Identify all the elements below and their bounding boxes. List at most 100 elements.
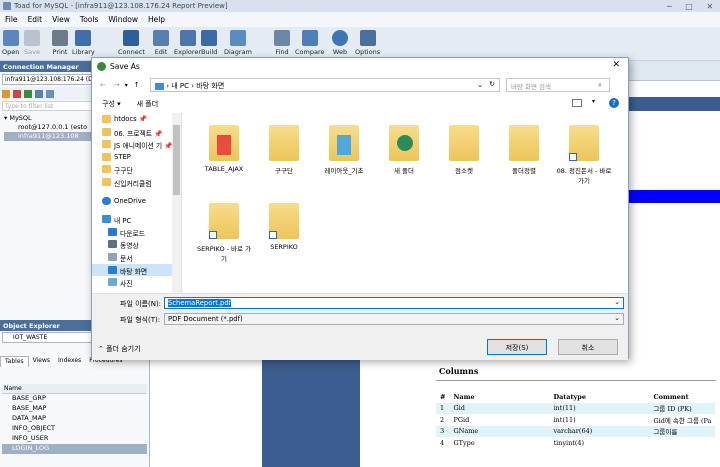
report-page: Columns # Name Datatype Comment 1 Gid int(… — [436, 362, 720, 467]
table-row[interactable]: INFO_OBJECT — [2, 424, 147, 434]
nav-item-videos[interactable]: 동영상 — [92, 238, 181, 251]
save-button[interactable]: 저장(S) — [487, 339, 547, 355]
explorer-button[interactable]: Explorer — [174, 30, 201, 56]
breadcrumb-pc[interactable]: 내 PC — [171, 82, 189, 90]
hide-folders-toggle[interactable]: ⌃ 폴더 숨기기 — [98, 344, 141, 354]
open-button[interactable]: Open — [2, 30, 19, 56]
nav-item-curriculum[interactable]: 신입커리큘럼 — [92, 176, 181, 189]
new-connection-icon[interactable] — [24, 89, 32, 98]
table-row[interactable]: LOGIN_LOG — [2, 444, 147, 454]
file-item[interactable]: 폴더정렬 — [495, 119, 553, 175]
nav-item-projects[interactable]: 06. 프로젝트 📌 — [92, 126, 181, 139]
col-header-name: Name — [453, 392, 475, 401]
filetype-select[interactable]: PDF Document (*.pdf) ⌄ — [164, 313, 624, 325]
connect-small-icon[interactable] — [2, 89, 10, 98]
address-bar[interactable]: › 내 PC › 바탕 화면 ⌄ ↻ — [150, 78, 500, 92]
nav-item-this-pc[interactable]: 내 PC — [92, 213, 181, 226]
filename-label: 파일 이름(N): — [120, 300, 162, 308]
back-icon[interactable]: ← — [100, 81, 106, 89]
up-icon[interactable]: ↑ — [134, 81, 140, 89]
maximize-icon[interactable]: □ — [685, 2, 693, 11]
disconnect-small-icon[interactable] — [13, 89, 21, 98]
forward-icon[interactable]: → — [114, 81, 120, 89]
nav-item-htdocs[interactable]: htdocs 📌 — [92, 113, 181, 126]
tab-views[interactable]: Views — [29, 356, 54, 367]
save-button[interactable]: Save — [24, 30, 40, 56]
library-button[interactable]: Library — [72, 30, 95, 56]
close-icon[interactable]: ✕ — [706, 2, 713, 11]
address-chevron-icon[interactable]: ⌄ — [477, 81, 483, 89]
build-button[interactable]: Build — [201, 30, 217, 56]
docs-folder-icon — [329, 125, 359, 161]
file-item[interactable]: 점소켓 — [435, 119, 493, 175]
nav-item-desktop[interactable]: 바탕 화면 — [92, 263, 181, 277]
cell: 그룹이름 — [653, 428, 678, 437]
find-button[interactable]: Find — [274, 30, 290, 56]
view-chevron-icon[interactable]: ▾ — [592, 98, 595, 105]
find-icon — [274, 30, 290, 46]
document-icon — [108, 252, 117, 261]
menu-help[interactable]: Help — [148, 15, 165, 24]
tab-indexes[interactable]: Indexes — [54, 356, 85, 367]
video-icon — [108, 240, 117, 249]
nav-item-documents[interactable]: 문서 — [92, 251, 181, 264]
help-icon[interactable]: ? — [609, 98, 619, 108]
menu-file[interactable]: File — [5, 15, 18, 24]
web-button[interactable]: Web — [332, 30, 348, 56]
diagram-button[interactable]: Diagram — [224, 30, 252, 56]
file-item[interactable]: TABLE_AJAX — [195, 119, 253, 173]
organize-menu[interactable]: 구성 ▾ — [102, 99, 121, 109]
new-folder-button[interactable]: 새 폴더 — [137, 99, 159, 109]
nav-item-gugudan[interactable]: 구구단 — [92, 163, 181, 176]
filename-chevron-icon[interactable]: ⌄ — [614, 298, 620, 306]
breadcrumb-desktop[interactable]: 바탕 화면 — [196, 82, 224, 90]
edit-connection-icon[interactable] — [35, 89, 43, 98]
menu-window[interactable]: Window — [108, 15, 138, 24]
cell: PGid — [453, 415, 470, 424]
connect-button[interactable]: Connect — [118, 30, 145, 56]
view-options-icon[interactable] — [572, 99, 582, 107]
nav-item-js-animation[interactable]: JS 애니메이션 기 📌 — [92, 138, 181, 151]
table-row: 3 GName varchar(64) 그룹이름 — [436, 425, 716, 437]
options-button[interactable]: Options — [355, 30, 380, 56]
table-row[interactable]: DATA_MAP — [2, 414, 147, 424]
table-row[interactable]: BASE_GRP — [2, 394, 147, 404]
nav-scroll-thumb[interactable] — [173, 125, 180, 195]
refresh-icon[interactable]: ↻ — [489, 80, 495, 88]
print-button[interactable]: Print — [52, 30, 68, 56]
nav-item-pictures[interactable]: 사진 — [92, 276, 181, 289]
search-input[interactable]: 바탕 화면 검색 — [506, 78, 610, 92]
menu-edit[interactable]: Edit — [28, 15, 43, 24]
nav-item-onedrive[interactable]: OneDrive — [92, 195, 181, 208]
nav-scrollbar[interactable] — [172, 113, 181, 293]
cancel-button[interactable]: 취소 — [558, 339, 618, 355]
filetype-chevron-icon[interactable]: ⌄ — [614, 314, 620, 322]
file-item[interactable]: 구구단 — [255, 119, 313, 175]
menu-view[interactable]: View — [52, 15, 70, 24]
pin-icon: 📌 — [154, 129, 163, 138]
table-row[interactable]: INFO_USER — [2, 434, 147, 444]
app-titlebar: Toad for MySQL - [infra911@123.108.176.2… — [0, 0, 720, 12]
edit-icon — [153, 30, 169, 46]
col-header-comment: Comment — [653, 392, 689, 401]
shortcut-folder-icon — [269, 203, 299, 239]
cell: Gid에 속한 그룹 (Pa — [653, 416, 712, 425]
file-item[interactable]: 새 폴더 — [375, 119, 433, 175]
dialog-close-icon[interactable]: ✕ — [612, 60, 620, 70]
filename-input[interactable]: SchemaReport.pdf ⌄ — [164, 297, 624, 309]
nav-item-step[interactable]: STEP — [92, 151, 181, 164]
minimize-icon[interactable]: ─ — [667, 2, 672, 11]
file-item[interactable]: 레이아웃_기초 — [315, 119, 373, 175]
file-item[interactable]: SERPIKO — [255, 197, 313, 251]
file-item[interactable]: SERPIKO - 바로 가기 — [195, 197, 253, 263]
folder-icon — [102, 115, 111, 123]
compare-button[interactable]: Compare — [295, 30, 325, 56]
refresh-small-icon[interactable] — [46, 89, 54, 98]
file-item[interactable]: 08. 정진돈서 - 바로 가기 — [555, 119, 613, 185]
menu-tools[interactable]: Tools — [80, 15, 98, 24]
tab-tables[interactable]: Tables — [0, 356, 29, 367]
table-row[interactable]: BASE_MAP — [2, 404, 147, 414]
history-chevron-icon[interactable]: ▾ — [125, 82, 128, 89]
nav-item-downloads[interactable]: 다운로드 — [92, 226, 181, 239]
edit-button[interactable]: Edit — [153, 30, 169, 56]
